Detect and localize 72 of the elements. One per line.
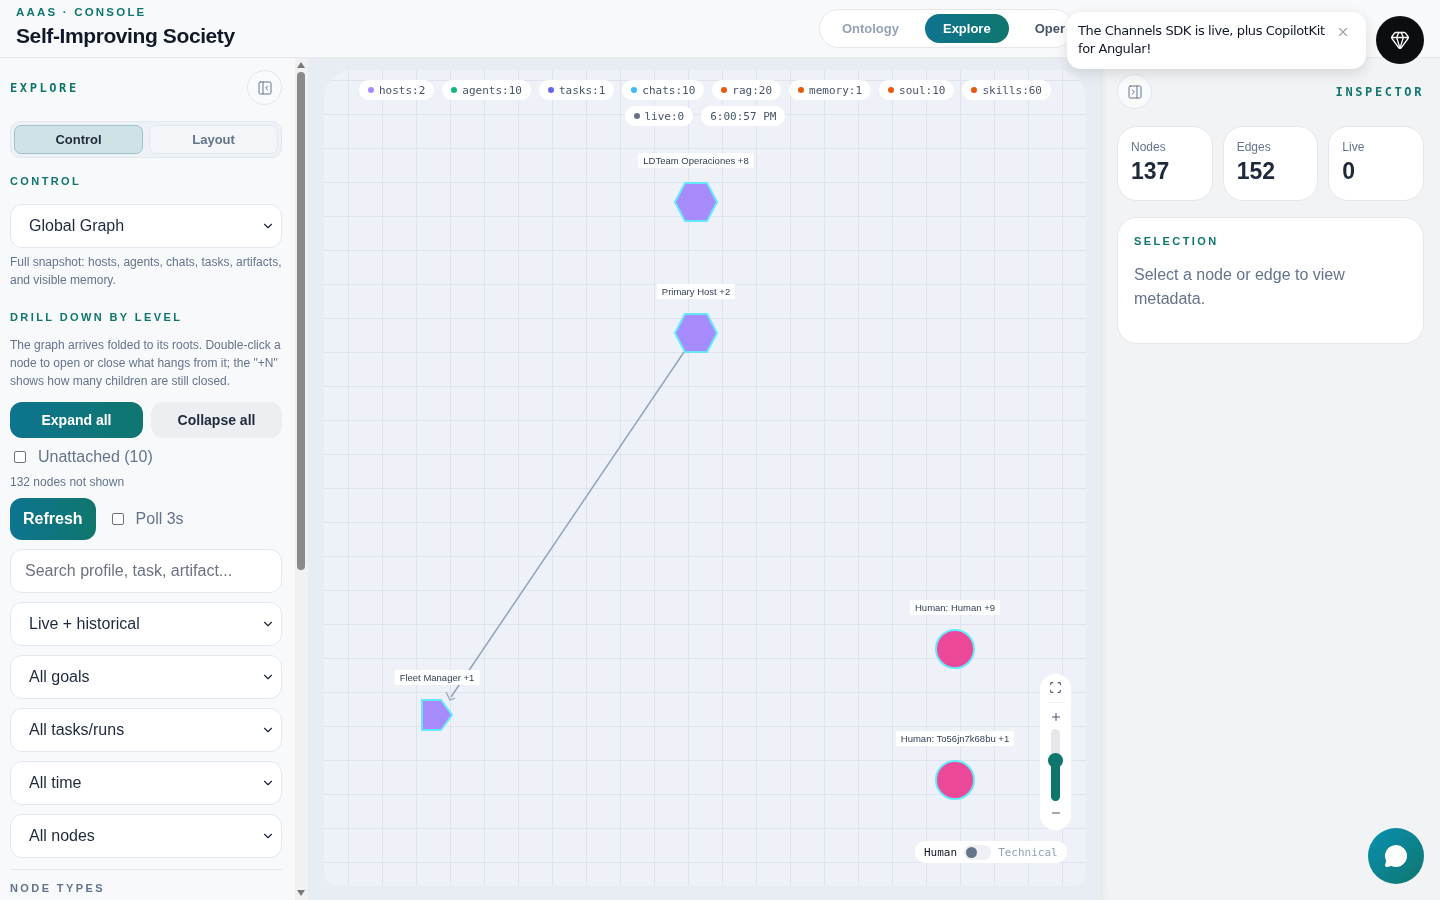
circle-node[interactable] — [935, 760, 975, 800]
help-text: Full snapshot: hosts, agents, chats, tasks, artifacts, and visible memory. — [10, 254, 283, 289]
filter-dropdown[interactable]: All goals — [10, 655, 283, 699]
collapse-panel-button[interactable] — [247, 70, 283, 105]
stat-chip: rag:20 — [712, 80, 782, 100]
node-label: Human: To56jn7k68bu +1 — [895, 731, 1015, 746]
zoom-slider[interactable] — [1051, 729, 1060, 801]
stat-chip: live:0 — [624, 106, 694, 126]
checkbox[interactable] — [111, 513, 124, 525]
fit-view-icon[interactable] — [1049, 681, 1062, 694]
collapse-all-button[interactable]: Collapse all — [151, 402, 283, 438]
expand-all-button[interactable]: Expand all — [10, 402, 143, 438]
filter-dropdown[interactable]: All time — [10, 761, 283, 805]
nav-tab[interactable]: Explore — [924, 14, 1009, 43]
node-label: LDTeam Operaciones +8 — [638, 153, 754, 168]
close-icon[interactable] — [1336, 25, 1350, 39]
section-heading: SELECTION — [1134, 235, 1220, 247]
mode-option[interactable]: Human — [924, 845, 958, 859]
stat-chip: 6:00:57 PM — [701, 106, 786, 126]
chat-icon — [1384, 844, 1408, 868]
filter-dropdown[interactable]: All nodes — [10, 814, 283, 858]
search-field[interactable]: Search profile, task, artifact... — [10, 549, 283, 593]
stat-value: 0 — [1342, 158, 1357, 185]
checkbox[interactable] — [14, 451, 26, 463]
node-label: Human: Human +9 — [910, 600, 1000, 615]
refresh-button[interactable]: Refresh — [10, 498, 96, 540]
mode-tab[interactable]: Layout — [149, 125, 279, 154]
empty-message: Select a node or edge to view metadata. — [1134, 265, 1346, 309]
stat-chip: tasks:1 — [538, 80, 615, 100]
stat-label: Nodes — [1131, 140, 1167, 154]
section-heading: DRILL DOWN BY LEVEL — [10, 311, 184, 323]
zoom-in-icon[interactable] — [1049, 711, 1062, 723]
panel-collapse-icon — [256, 79, 273, 96]
stat-chip: memory:1 — [789, 80, 872, 100]
mode-tab[interactable]: Control — [14, 125, 144, 154]
app-eyebrow: AAAS · CONSOLE — [16, 5, 148, 18]
gem-icon — [1390, 30, 1410, 50]
hexagon-node[interactable] — [674, 182, 718, 222]
filter-dropdown[interactable]: All tasks/runs — [10, 708, 283, 752]
graph-canvas[interactable]: hosts:2 agents:10 tasks:1 chats:10 rag:20 memory:1 soul:10 skills:60 live:0 6:00:57 PM LDTeam Operaciones +8 Primary Host +2 Fleet Manager +1 Human: Human +9 Human: To56jn7k68bu +1 Human Technical — [324, 70, 1086, 886]
checkbox-label: Unattached (10) — [38, 448, 153, 466]
stat-label: Live — [1342, 140, 1366, 154]
hidden-count-note: 132 nodes not shown — [10, 475, 126, 489]
checkbox-label: Poll 3s — [135, 510, 184, 528]
stat-chip: hosts:2 — [359, 80, 435, 100]
help-text: The graph arrives folded to its roots. Double-click a node to open or close what hangs from it; the "+N" shows how many children are still closed. — [10, 337, 282, 390]
collapse-panel-button[interactable] — [1117, 74, 1152, 109]
filter-dropdown[interactable]: Live + historical — [10, 602, 283, 646]
node-label: Fleet Manager +1 — [394, 670, 480, 685]
scrollbar[interactable] — [295, 58, 307, 900]
toast-message: The Channels SDK is live, plus CopilotKit for Angular! — [1078, 22, 1326, 58]
hexagon-node[interactable] — [674, 313, 718, 353]
toggle-switch[interactable] — [964, 844, 992, 860]
circle-node[interactable] — [935, 629, 975, 669]
section-heading: EXPLORE — [10, 80, 79, 95]
stat-chip: skills:60 — [962, 80, 1051, 100]
pentagon-node[interactable] — [421, 699, 453, 731]
section-heading: INSPECTOR — [1335, 84, 1424, 99]
section-heading: NODE TYPES — [10, 882, 106, 894]
section-heading: CONTROL — [10, 175, 83, 187]
stat-chip: chats:10 — [622, 80, 705, 100]
node-label: Primary Host +2 — [656, 284, 736, 299]
nav-tab[interactable]: Oper — [1016, 14, 1065, 43]
stat-chip: soul:10 — [879, 80, 955, 100]
panel-expand-icon — [1126, 83, 1143, 100]
slider-thumb[interactable] — [1048, 753, 1063, 769]
stat-value: 137 — [1131, 158, 1171, 185]
stat-label: Edges — [1236, 140, 1272, 154]
stat-value: 152 — [1236, 158, 1277, 185]
stat-chip: agents:10 — [442, 80, 531, 100]
app-title: Self-Improving Society — [16, 23, 235, 48]
view-dropdown[interactable]: Global Graph — [10, 204, 283, 248]
